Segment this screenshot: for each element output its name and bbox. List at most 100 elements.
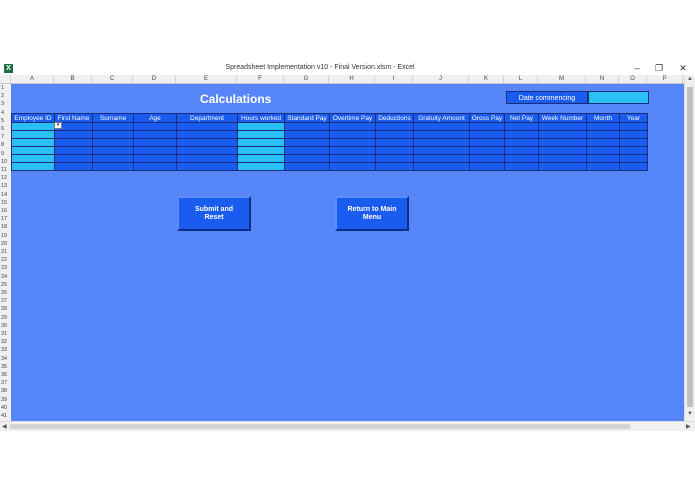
row-header[interactable]: 37	[0, 379, 11, 387]
row-header[interactable]: 2	[0, 92, 11, 100]
row-header[interactable]: 4	[0, 109, 11, 117]
worksheet-grid[interactable]: Calculations Date commencing Employee ID…	[11, 84, 684, 421]
row-header[interactable]: 23	[0, 264, 11, 272]
row-header[interactable]: 32	[0, 338, 11, 346]
table-cell[interactable]	[237, 122, 285, 131]
table-cell[interactable]	[619, 146, 648, 155]
row-header[interactable]: 12	[0, 174, 11, 182]
column-header[interactable]: F	[237, 75, 284, 83]
table-cell[interactable]	[329, 146, 376, 155]
table-cell[interactable]	[619, 162, 648, 171]
table-cell[interactable]	[469, 138, 505, 147]
table-cell[interactable]	[538, 122, 587, 131]
table-cell[interactable]	[375, 146, 414, 155]
table-cell[interactable]	[176, 130, 238, 139]
scroll-up-icon[interactable]: ▲	[687, 76, 693, 82]
table-cell[interactable]	[133, 146, 177, 155]
table-cell[interactable]	[586, 122, 620, 131]
table-cell[interactable]	[329, 138, 376, 147]
table-cell[interactable]	[375, 162, 414, 171]
table-cell[interactable]	[92, 130, 134, 139]
table-cell[interactable]	[469, 162, 505, 171]
table-cell[interactable]	[11, 146, 55, 155]
select-all-corner[interactable]	[0, 75, 11, 83]
table-cell[interactable]	[504, 122, 539, 131]
table-cell[interactable]	[284, 162, 330, 171]
row-header[interactable]: 10	[0, 158, 11, 166]
vertical-scroll-thumb[interactable]	[687, 87, 693, 407]
table-cell[interactable]	[11, 122, 55, 131]
table-cell[interactable]	[176, 122, 238, 131]
row-header[interactable]: 19	[0, 232, 11, 240]
restore-icon[interactable]: ❐	[652, 62, 666, 74]
row-header[interactable]: 11	[0, 166, 11, 174]
column-header[interactable]: B	[54, 75, 92, 83]
table-cell[interactable]	[176, 146, 238, 155]
row-header[interactable]: 31	[0, 330, 11, 338]
table-cell[interactable]	[504, 138, 539, 147]
table-cell[interactable]	[284, 122, 330, 131]
submit-and-reset-button[interactable]: Submit and Reset	[177, 196, 251, 231]
row-header[interactable]: 16	[0, 207, 11, 215]
table-cell[interactable]	[375, 138, 414, 147]
table-cell[interactable]	[329, 130, 376, 139]
row-header[interactable]: 27	[0, 297, 11, 305]
column-header[interactable]: M	[538, 75, 586, 83]
column-header[interactable]: E	[176, 75, 237, 83]
table-cell[interactable]	[504, 146, 539, 155]
table-cell[interactable]	[54, 146, 93, 155]
table-cell[interactable]	[413, 130, 470, 139]
scroll-right-icon[interactable]: ▶	[686, 423, 691, 430]
table-cell[interactable]	[469, 146, 505, 155]
scroll-down-icon[interactable]: ▼	[687, 411, 693, 417]
row-header[interactable]: 41	[0, 412, 11, 420]
row-header[interactable]: 18	[0, 223, 11, 231]
horizontal-scrollbar[interactable]: ◀ ▶	[0, 421, 695, 431]
row-header[interactable]: 34	[0, 355, 11, 363]
row-header[interactable]: 33	[0, 346, 11, 354]
row-header[interactable]: 7	[0, 133, 11, 141]
table-cell[interactable]	[54, 138, 93, 147]
table-cell[interactable]	[469, 154, 505, 163]
row-header[interactable]: 38	[0, 387, 11, 395]
table-cell[interactable]	[586, 130, 620, 139]
table-cell[interactable]	[586, 154, 620, 163]
table-cell[interactable]	[284, 154, 330, 163]
table-cell[interactable]	[284, 138, 330, 147]
table-cell[interactable]	[413, 162, 470, 171]
row-header[interactable]: 1	[0, 84, 11, 92]
table-cell[interactable]	[133, 162, 177, 171]
table-cell[interactable]	[92, 138, 134, 147]
close-icon[interactable]: ✕	[676, 62, 690, 74]
table-cell[interactable]	[504, 162, 539, 171]
row-header[interactable]: 15	[0, 199, 11, 207]
row-header[interactable]: 17	[0, 215, 11, 223]
column-header[interactable]: P	[647, 75, 683, 83]
table-cell[interactable]	[538, 138, 587, 147]
table-cell[interactable]	[413, 154, 470, 163]
table-cell[interactable]	[176, 154, 238, 163]
row-header[interactable]: 24	[0, 273, 11, 281]
column-header[interactable]: J	[413, 75, 469, 83]
table-cell[interactable]	[11, 162, 55, 171]
table-cell[interactable]	[413, 146, 470, 155]
row-header[interactable]: 6	[0, 125, 11, 133]
table-cell[interactable]	[133, 138, 177, 147]
table-cell[interactable]	[329, 122, 376, 131]
minimize-icon[interactable]: –	[630, 62, 644, 74]
row-header[interactable]: 39	[0, 396, 11, 404]
table-cell[interactable]	[11, 138, 55, 147]
table-cell[interactable]	[284, 146, 330, 155]
table-cell[interactable]	[176, 138, 238, 147]
table-cell[interactable]	[54, 162, 93, 171]
row-header[interactable]: 22	[0, 256, 11, 264]
table-cell[interactable]	[11, 130, 55, 139]
table-cell[interactable]	[375, 122, 414, 131]
table-cell[interactable]	[284, 130, 330, 139]
return-to-main-menu-button[interactable]: Return to Main Menu	[335, 196, 409, 231]
scroll-left-icon[interactable]: ◀	[2, 423, 7, 430]
table-cell[interactable]	[538, 130, 587, 139]
table-cell[interactable]	[176, 162, 238, 171]
table-cell[interactable]	[133, 130, 177, 139]
table-cell[interactable]	[619, 130, 648, 139]
